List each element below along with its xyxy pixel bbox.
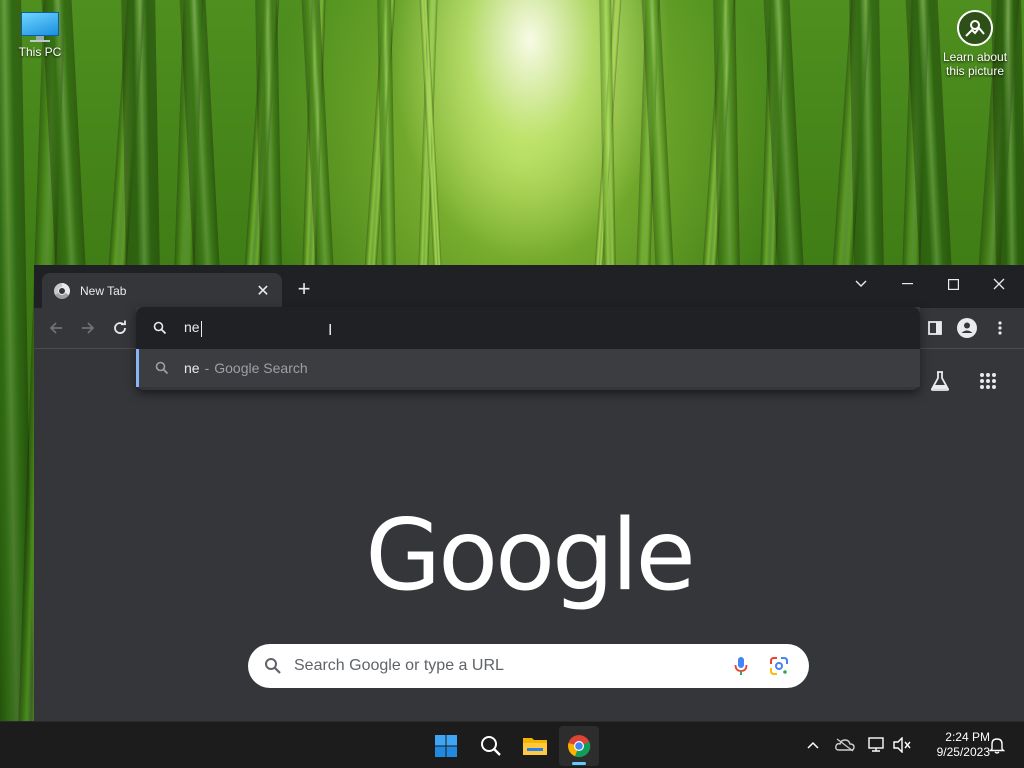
file-explorer-button[interactable] bbox=[515, 726, 555, 766]
minimize-icon bbox=[901, 283, 913, 285]
bell-icon bbox=[989, 738, 1005, 754]
volume-button[interactable] bbox=[889, 730, 915, 760]
start-button[interactable] bbox=[426, 726, 466, 766]
chrome-menu-button[interactable] bbox=[987, 316, 1013, 340]
tab-search-button[interactable] bbox=[838, 269, 884, 299]
learn-label-1: Learn about bbox=[942, 50, 1008, 64]
omnibox-suggestion[interactable]: ne - Google Search bbox=[136, 349, 920, 387]
apps-grid-icon bbox=[980, 373, 996, 389]
google-logo: Google bbox=[365, 499, 696, 613]
taskbar-search-button[interactable] bbox=[471, 726, 511, 766]
minimize-button[interactable] bbox=[884, 269, 930, 299]
chrome-labs-button[interactable] bbox=[925, 366, 955, 396]
monitor-icon bbox=[19, 10, 61, 42]
new-tab-button[interactable]: + bbox=[292, 278, 316, 302]
chevron-down-icon bbox=[855, 280, 867, 287]
google-lens-icon bbox=[770, 657, 788, 675]
notifications-button[interactable] bbox=[984, 730, 1010, 760]
maximize-button[interactable] bbox=[930, 269, 976, 299]
onedrive-offline-icon bbox=[835, 738, 855, 752]
ntp-search-box[interactable]: Search Google or type a URL bbox=[248, 644, 809, 688]
network-icon bbox=[868, 737, 884, 752]
tab-new-tab[interactable]: New Tab ✕ bbox=[42, 273, 282, 308]
text-cursor-ibeam: I bbox=[328, 322, 333, 339]
chrome-icon bbox=[568, 735, 591, 758]
taskbar-clock[interactable]: 2:24 PM 9/25/2023 bbox=[916, 730, 990, 760]
file-explorer-icon bbox=[523, 738, 547, 755]
clock-date: 9/25/2023 bbox=[936, 745, 990, 759]
show-hidden-icons-button[interactable] bbox=[800, 730, 826, 760]
lens-search-button[interactable] bbox=[765, 652, 793, 680]
volume-muted-icon bbox=[893, 737, 911, 753]
suggestion-search-icon bbox=[139, 361, 184, 375]
network-button[interactable] bbox=[864, 730, 890, 760]
omnibox-dropdown: ne I ne - Google Search bbox=[136, 307, 920, 390]
close-icon bbox=[993, 278, 1005, 290]
back-arrow-icon bbox=[49, 322, 62, 334]
close-window-button[interactable] bbox=[976, 269, 1022, 299]
tab-title: New Tab bbox=[80, 283, 127, 298]
kebab-menu-icon bbox=[998, 321, 1002, 335]
chevron-up-icon bbox=[807, 741, 819, 749]
ntp-search-placeholder: Search Google or type a URL bbox=[294, 657, 504, 674]
onedrive-button[interactable] bbox=[832, 730, 858, 760]
forward-arrow-icon bbox=[82, 322, 95, 334]
this-pc-desktop-icon[interactable]: This PC bbox=[12, 10, 68, 59]
profile-avatar-icon bbox=[957, 318, 977, 338]
suggestion-engine: Google Search bbox=[214, 360, 308, 376]
chrome-favicon-icon bbox=[54, 282, 70, 299]
start-icon bbox=[435, 735, 457, 757]
maximize-icon bbox=[947, 278, 959, 290]
suggestion-separator: - bbox=[204, 360, 210, 376]
omnibox-search-icon bbox=[136, 321, 184, 335]
google-apps-button[interactable] bbox=[973, 366, 1003, 396]
suggestion-query: ne bbox=[184, 360, 200, 376]
back-button[interactable] bbox=[43, 316, 69, 340]
taskbar: 2:24 PM 9/25/2023 bbox=[0, 721, 1024, 768]
spotlight-icon bbox=[957, 10, 993, 46]
title-bar: New Tab ✕ + bbox=[34, 265, 1024, 308]
forward-button[interactable] bbox=[75, 316, 101, 340]
address-bar-input[interactable]: ne bbox=[184, 319, 202, 337]
address-bar[interactable]: ne I bbox=[136, 307, 920, 349]
side-panel-icon bbox=[928, 321, 942, 335]
reload-button[interactable] bbox=[107, 316, 133, 340]
tab-close-icon[interactable]: ✕ bbox=[254, 281, 272, 301]
profile-button[interactable] bbox=[954, 316, 980, 340]
this-pc-label: This PC bbox=[18, 45, 62, 59]
labs-flask-icon bbox=[930, 371, 950, 391]
chrome-taskbar-button[interactable] bbox=[559, 726, 599, 766]
voice-search-button[interactable] bbox=[727, 652, 755, 680]
learn-label-2: this picture bbox=[945, 64, 1005, 78]
learn-about-picture-button[interactable]: Learn about this picture bbox=[938, 10, 1012, 78]
side-panel-button[interactable] bbox=[922, 316, 948, 340]
clock-time: 2:24 PM bbox=[945, 730, 990, 744]
search-icon bbox=[481, 736, 501, 756]
reload-icon bbox=[114, 320, 126, 334]
search-icon bbox=[265, 658, 281, 674]
microphone-icon bbox=[734, 657, 748, 675]
